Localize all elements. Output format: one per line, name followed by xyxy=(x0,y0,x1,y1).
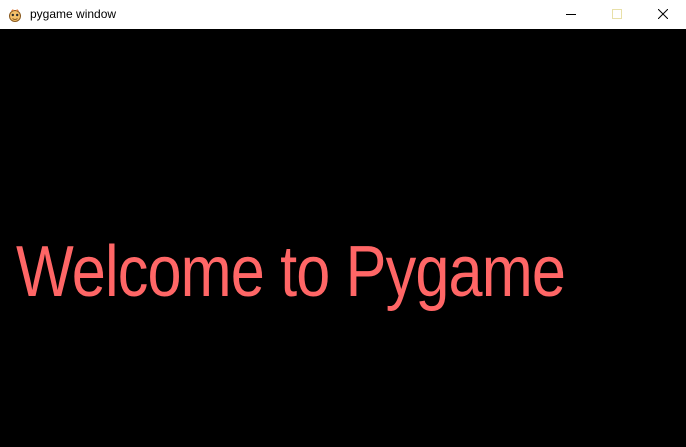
maximize-button[interactable] xyxy=(594,0,640,29)
close-icon xyxy=(657,6,669,24)
minimize-icon xyxy=(566,6,576,24)
minimize-button[interactable] xyxy=(548,0,594,29)
window-controls xyxy=(548,0,686,29)
pygame-app-icon[interactable] xyxy=(7,7,23,23)
window-title: pygame window xyxy=(30,7,117,21)
welcome-message: Welcome to Pygame xyxy=(16,232,566,312)
title-bar[interactable]: pygame window xyxy=(0,0,686,29)
close-button[interactable] xyxy=(640,0,686,29)
pygame-window: pygame window Welcome to Pygame xyxy=(0,0,686,447)
maximize-icon xyxy=(612,6,622,24)
game-canvas[interactable]: Welcome to Pygame xyxy=(0,29,686,447)
